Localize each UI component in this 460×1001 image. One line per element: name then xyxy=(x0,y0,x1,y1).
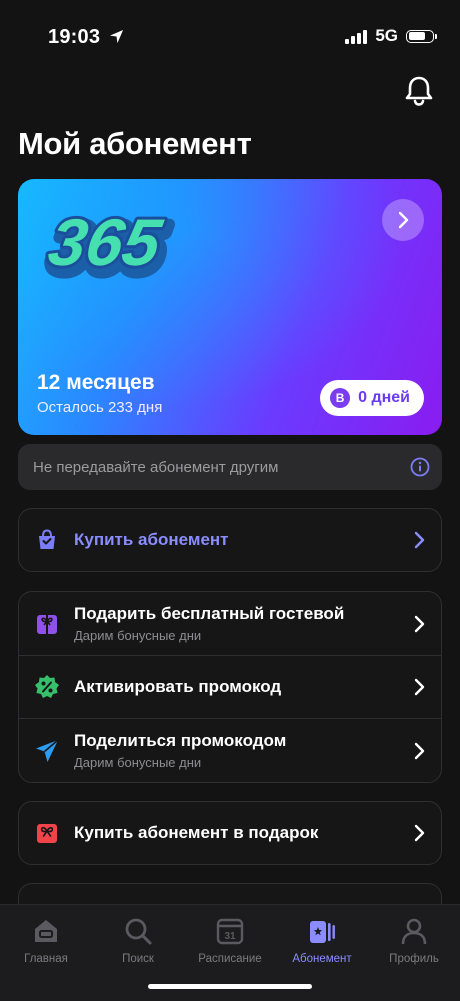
logo-365: 365 365 xyxy=(39,203,177,287)
buy-subscription-row[interactable]: Купить абонемент xyxy=(19,509,441,571)
tab-schedule-label: Расписание xyxy=(198,953,262,965)
status-indicators: 5G xyxy=(345,26,437,46)
chevron-right-icon xyxy=(414,678,425,696)
subscription-card[interactable]: 365 365 12 месяцев Осталось 233 дня B 0 … xyxy=(18,179,442,435)
gift-box-icon xyxy=(34,820,60,846)
activate-promo-row[interactable]: Активировать промокод xyxy=(19,655,441,718)
chevron-right-icon xyxy=(414,742,425,759)
buy-gift-subscription-label: Купить абонемент в подарок xyxy=(74,823,319,842)
subscription-duration: 12 месяцев xyxy=(37,371,155,394)
tab-schedule[interactable]: 31 Расписание xyxy=(184,915,276,965)
notice-banner: Не передавайте абонемент другим xyxy=(18,444,442,490)
share-promo-row[interactable]: Поделиться промокодом Дарим бонусные дни xyxy=(19,718,441,782)
chevron-right-icon xyxy=(414,531,425,549)
actions-group: Подарить бесплатный гостевой Дарим бонус… xyxy=(18,591,442,783)
battery-icon xyxy=(406,29,437,43)
share-promo-label: Поделиться промокодом xyxy=(74,731,287,750)
chevron-right-icon xyxy=(414,824,425,842)
chevron-right-icon xyxy=(414,615,425,632)
tab-subscription[interactable]: Абонемент xyxy=(276,915,368,965)
gift-guest-pass-label: Подарить бесплатный гостевой xyxy=(74,604,345,623)
gift-guest-pass-row[interactable]: Подарить бесплатный гостевой Дарим бонус… xyxy=(19,592,441,655)
buy-subscription-label: Купить абонемент xyxy=(74,530,229,549)
status-time-text: 19:03 xyxy=(48,26,101,48)
buy-gift-subscription-row[interactable]: Купить абонемент в подарок xyxy=(19,802,441,864)
share-promo-sub: Дарим бонусные дни xyxy=(74,755,202,770)
home-icon xyxy=(35,920,57,942)
tab-subscription-label: Абонемент xyxy=(292,953,352,965)
membership-card-icon xyxy=(310,921,335,943)
home-indicator[interactable] xyxy=(148,984,312,989)
status-time: 19:03 xyxy=(48,26,124,49)
cellular-signal-icon xyxy=(345,29,368,44)
bonus-days-badge[interactable]: B 0 дней xyxy=(320,380,424,416)
calendar-day: 31 xyxy=(224,931,236,942)
page-title: Мой абонемент xyxy=(18,126,252,161)
tab-profile[interactable]: Профиль xyxy=(368,915,460,965)
tab-home[interactable]: Главная xyxy=(0,915,92,965)
tab-search-label: Поиск xyxy=(122,953,154,965)
info-icon[interactable] xyxy=(410,457,430,477)
search-icon xyxy=(125,918,152,945)
tab-home-label: Главная xyxy=(24,953,68,965)
bell-icon[interactable] xyxy=(402,74,436,108)
card-open-button[interactable] xyxy=(382,199,424,241)
paper-plane-icon xyxy=(34,738,60,764)
shopping-bag-icon xyxy=(34,527,60,553)
logo-text: 365 xyxy=(43,206,167,279)
tab-search[interactable]: Поиск xyxy=(92,915,184,965)
notice-text: Не передавайте абонемент другим xyxy=(33,458,279,476)
calendar-icon: 31 xyxy=(216,918,244,945)
bonus-days-value: 0 дней xyxy=(358,389,410,406)
gift-icon xyxy=(34,611,60,637)
buy-group: Купить абонемент xyxy=(18,508,442,572)
tab-profile-label: Профиль xyxy=(389,953,439,965)
location-arrow-icon xyxy=(109,29,123,44)
promo-percent-icon xyxy=(34,674,60,700)
activate-promo-label: Активировать промокод xyxy=(74,677,282,696)
subscription-remaining: Осталось 233 дня xyxy=(37,399,163,416)
network-type: 5G xyxy=(375,26,398,45)
gift-group: Купить абонемент в подарок xyxy=(18,801,442,865)
bonus-coin-icon: B xyxy=(330,388,351,408)
gift-guest-pass-sub: Дарим бонусные дни xyxy=(74,628,202,643)
profile-icon xyxy=(401,918,427,945)
chevron-right-icon xyxy=(398,211,409,229)
